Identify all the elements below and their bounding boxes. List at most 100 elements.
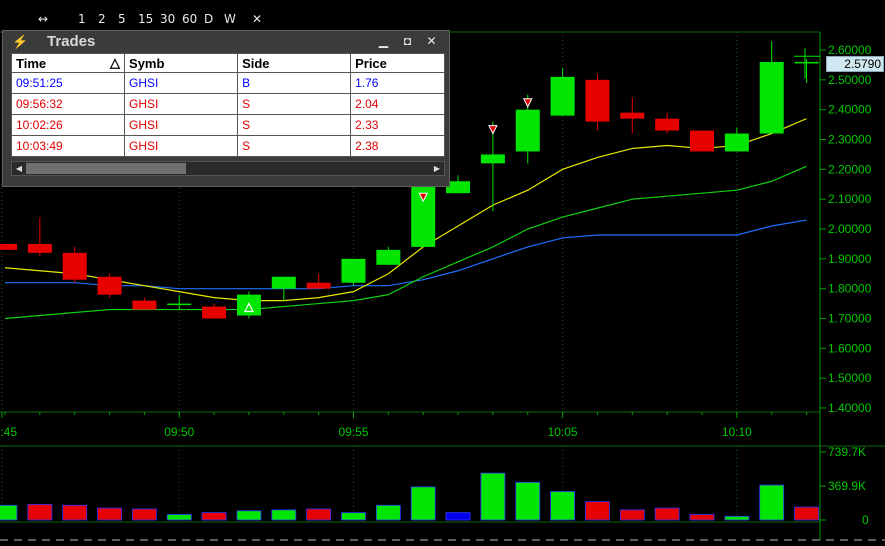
volume-bars — [0, 472, 819, 521]
price-tick-label: 1.50000 — [828, 371, 872, 385]
volume-bar — [166, 514, 192, 521]
candle-body — [585, 79, 610, 122]
trade-side-cell: B — [237, 72, 352, 94]
table-row[interactable]: 09:51:25 GHSI B 1.76 — [10, 72, 445, 94]
sell-marker — [522, 98, 533, 108]
close-icon[interactable]: ✕ — [423, 34, 440, 49]
trade-time-cell: 10:03:49 — [10, 135, 126, 157]
candle-body — [411, 178, 436, 247]
time-axis: 09:45 09:50 09:55 10:05 10:10 — [0, 412, 885, 541]
candle-body — [27, 243, 52, 253]
volume-bar — [445, 512, 471, 521]
ma-blue-line — [5, 219, 807, 290]
trade-symb-cell: GHSI — [124, 135, 239, 157]
volume-bar — [410, 486, 436, 521]
volume-bar — [271, 509, 297, 521]
candle-body — [132, 300, 157, 310]
trades-titlebar[interactable]: ⚡ Trades ▁ ◘ ✕ — [3, 31, 449, 53]
table-row[interactable]: 10:02:26 GHSI S 2.33 — [10, 114, 445, 136]
volume-bar — [131, 508, 157, 521]
candle-body — [480, 154, 505, 164]
candle-body — [376, 249, 401, 265]
price-tick-label: 1.60000 — [828, 341, 872, 355]
trade-time-cell: 09:51:25 — [10, 72, 126, 94]
table-row[interactable]: 10:03:49 GHSI S 2.38 — [10, 135, 445, 157]
time-tick-label: 09:45 — [0, 425, 17, 439]
volume-bar — [724, 515, 750, 521]
price-tick-label: 1.40000 — [828, 401, 872, 415]
volume-bar — [794, 506, 819, 521]
scroll-right-icon[interactable]: ▶ — [430, 162, 444, 175]
trade-price-cell: 2.33 — [350, 114, 445, 136]
volume-bar — [62, 504, 88, 521]
candle-body — [167, 303, 192, 306]
candle-body — [724, 133, 749, 152]
volume-tick-label: 0 — [862, 513, 869, 527]
price-tick-label: 2.40000 — [828, 103, 872, 117]
sort-triangle-icon: △ — [110, 55, 121, 70]
candle-body — [62, 252, 87, 280]
ma-green-line — [4, 165, 807, 320]
table-row[interactable]: 09:56:32 GHSI S 2.04 — [10, 93, 445, 115]
trade-symb-cell: GHSI — [124, 72, 239, 94]
column-header-side[interactable]: Side — [237, 53, 352, 73]
minimize-button[interactable]: ▁ — [375, 34, 392, 49]
volume-bar — [759, 484, 785, 521]
volume-bar — [236, 510, 262, 521]
price-tick-label: 2.30000 — [828, 133, 872, 147]
trades-table: Time △ Symb Side Price 09:51:25 GHSI B 1.76 0… — [10, 53, 445, 157]
candle-body — [515, 109, 540, 152]
volume-bar — [619, 509, 645, 521]
price-tick-label: 2.00000 — [828, 222, 872, 236]
candle-body — [655, 118, 680, 131]
trade-price-cell: 1.76 — [350, 72, 445, 94]
trade-time-cell: 10:02:26 — [10, 114, 126, 136]
time-tick-label: 10:05 — [548, 425, 578, 439]
volume-tick-label: 369.9K — [828, 479, 866, 493]
candle-body — [202, 306, 227, 319]
scroll-left-icon[interactable]: ◀ — [12, 162, 26, 175]
volume-bar — [550, 491, 575, 521]
candle-body — [794, 61, 819, 64]
volume-bar — [375, 504, 401, 521]
volume-bar — [585, 501, 610, 521]
scrollbar-thumb[interactable] — [26, 163, 186, 174]
price-tick-label: 2.10000 — [828, 192, 872, 206]
time-tick-label: 10:10 — [722, 425, 752, 439]
volume-bar — [97, 507, 122, 521]
trades-panel[interactable]: ⚡ Trades ▁ ◘ ✕ Time △ Symb Side Price 09:… — [2, 30, 450, 187]
price-tick-label: 1.90000 — [828, 252, 872, 266]
price-tick-label: 2.20000 — [828, 162, 872, 176]
volume-bar — [654, 507, 680, 521]
horizontal-scrollbar[interactable]: ◀ ▶ — [11, 161, 445, 176]
volume-bar — [0, 504, 18, 521]
trade-symb-cell: GHSI — [124, 93, 239, 115]
trade-time-cell: 09:56:32 — [10, 93, 126, 115]
price-tick-label: 1.70000 — [828, 312, 872, 326]
volume-bar — [341, 512, 366, 521]
time-tick-label: 09:55 — [338, 425, 368, 439]
sell-marker — [488, 125, 498, 135]
trade-symb-cell: GHSI — [124, 114, 239, 136]
lightning-icon: ⚡ — [12, 34, 29, 49]
column-header-price[interactable]: Price — [350, 53, 445, 73]
trades-title: Trades — [47, 33, 96, 50]
current-price-tag: 2.5790 — [826, 56, 884, 72]
trade-price-cell: 2.38 — [350, 135, 445, 157]
candle-body — [550, 76, 575, 116]
column-header-time[interactable]: Time △ — [10, 53, 126, 73]
candle-body — [306, 282, 331, 289]
candle-body — [759, 61, 784, 134]
maximize-icon[interactable]: ◘ — [399, 34, 416, 49]
time-tick-label: 09:50 — [164, 425, 194, 439]
volume-bar — [201, 512, 227, 521]
price-tick-label: 1.80000 — [828, 282, 872, 296]
column-header-symb[interactable]: Symb — [124, 53, 239, 73]
candle-body — [690, 130, 714, 152]
price-tick-label: 2.60000 — [828, 43, 872, 57]
trade-side-cell: S — [237, 114, 352, 136]
volume-bar — [306, 508, 332, 521]
trade-side-cell: S — [237, 135, 352, 157]
candle-body — [620, 112, 645, 119]
trade-price-cell: 2.04 — [350, 93, 445, 115]
